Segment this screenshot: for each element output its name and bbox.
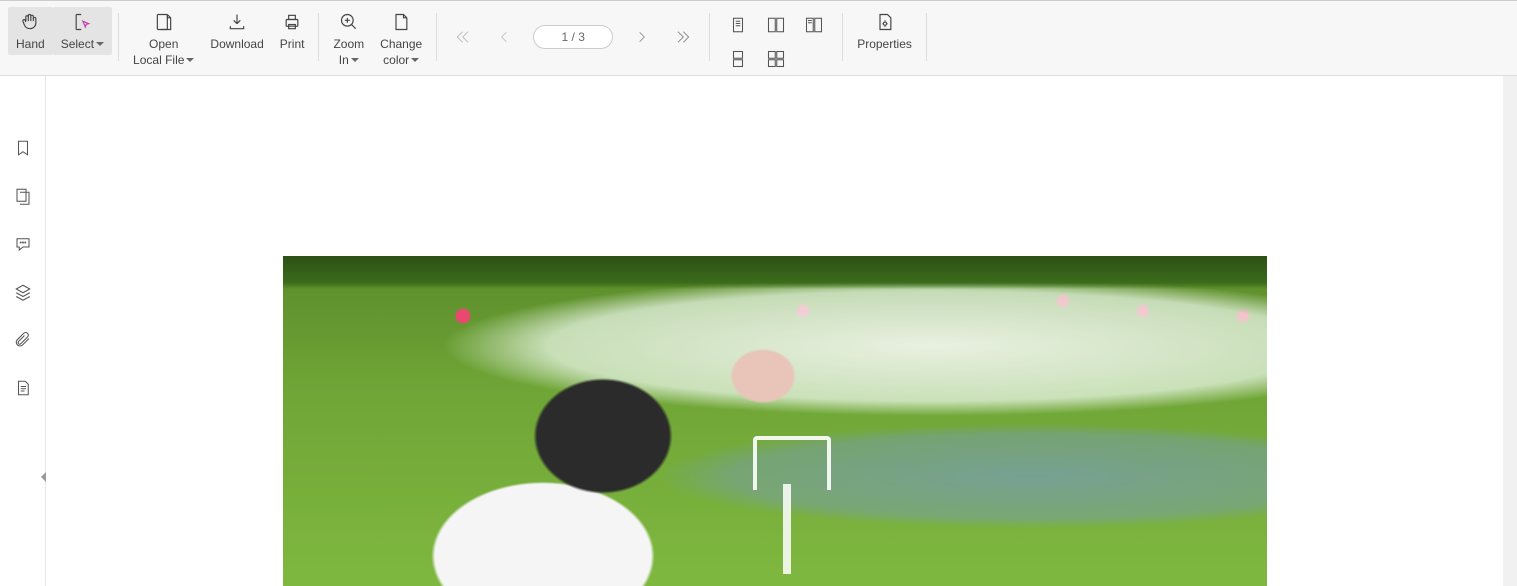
color-label-2: color [383, 53, 419, 67]
hand-tool-button[interactable]: Hand [8, 7, 53, 55]
select-label: Select [61, 37, 104, 51]
page-navigation [443, 7, 703, 67]
properties-icon [875, 9, 895, 35]
properties-button[interactable]: Properties [849, 7, 920, 55]
hand-icon [20, 9, 40, 35]
view-cover-page-button[interactable] [800, 11, 828, 39]
document-canvas[interactable] [46, 76, 1503, 586]
view-mode-grid [716, 7, 836, 77]
chevron-down-icon [351, 58, 359, 62]
toolbar-separator [118, 13, 119, 61]
layers-button[interactable] [11, 280, 35, 304]
next-page-button[interactable] [631, 26, 653, 48]
properties-label: Properties [857, 37, 912, 51]
vertical-scrollbar[interactable] [1503, 76, 1517, 586]
view-continuous-single-button[interactable] [724, 45, 752, 73]
toolbar-separator [318, 13, 319, 61]
document-icon [391, 9, 411, 35]
first-page-button[interactable] [453, 26, 475, 48]
view-two-page-button[interactable] [762, 11, 790, 39]
open-file-icon [154, 9, 174, 35]
open-label-2: Local File [133, 53, 194, 67]
toolbar-separator [926, 13, 927, 61]
select-cursor-icon [72, 9, 92, 35]
open-file-button[interactable]: Open Local File [125, 7, 202, 71]
document-image [283, 256, 1267, 586]
zoom-label-2: In [339, 53, 359, 67]
download-label: Download [210, 37, 263, 51]
zoom-in-icon [339, 9, 359, 35]
download-button[interactable]: Download [202, 7, 271, 55]
view-empty-slot [800, 45, 828, 73]
download-icon [227, 9, 247, 35]
attachments-button[interactable] [11, 328, 35, 352]
comments-button[interactable] [11, 232, 35, 256]
print-button[interactable]: Print [272, 7, 313, 55]
toolbar-separator [842, 13, 843, 61]
color-label-1: Change [380, 37, 422, 51]
print-icon [282, 9, 302, 35]
zoom-button[interactable]: Zoom In [325, 7, 372, 71]
image-detail [743, 436, 833, 576]
view-single-page-button[interactable] [724, 11, 752, 39]
main-toolbar: Hand Select Open Local File Download Pri… [0, 0, 1517, 76]
chevron-down-icon [96, 42, 104, 46]
hand-label: Hand [16, 37, 45, 51]
last-page-button[interactable] [671, 26, 693, 48]
thumbnails-button[interactable] [11, 184, 35, 208]
page-content [283, 256, 1267, 586]
open-label-1: Open [149, 37, 178, 51]
select-tool-button[interactable]: Select [53, 7, 112, 55]
chevron-down-icon [186, 58, 194, 62]
main-area [0, 76, 1517, 586]
change-color-button[interactable]: Change color [372, 7, 430, 71]
chevron-down-icon [411, 58, 419, 62]
view-continuous-two-button[interactable] [762, 45, 790, 73]
print-label: Print [280, 37, 305, 51]
toolbar-separator [436, 13, 437, 61]
toolbar-separator [709, 13, 710, 61]
zoom-label-1: Zoom [333, 37, 364, 51]
bookmarks-button[interactable] [11, 136, 35, 160]
left-sidebar [0, 76, 46, 586]
outline-button[interactable] [11, 376, 35, 400]
prev-page-button[interactable] [493, 26, 515, 48]
page-number-input[interactable] [533, 25, 613, 49]
